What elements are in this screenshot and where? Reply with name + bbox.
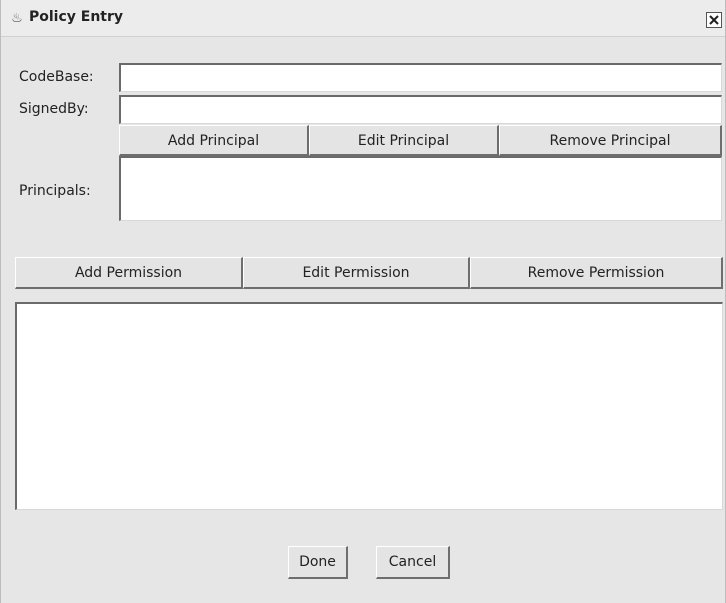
add-permission-button[interactable]: Add Permission — [15, 257, 243, 289]
cancel-button[interactable]: Cancel — [376, 546, 450, 579]
signedby-label: SignedBy: — [19, 101, 89, 117]
codebase-label: CodeBase: — [19, 69, 94, 85]
policy-entry-dialog: ♨ Policy Entry CodeBase: SignedBy: Add P… — [0, 0, 726, 603]
done-button[interactable]: Done — [288, 546, 348, 579]
signedby-input[interactable] — [119, 95, 722, 124]
principals-list[interactable] — [119, 156, 722, 221]
edit-principal-button[interactable]: Edit Principal — [309, 125, 499, 156]
add-principal-button[interactable]: Add Principal — [119, 125, 309, 156]
close-icon[interactable] — [706, 12, 722, 28]
permissions-list[interactable] — [15, 302, 723, 510]
remove-principal-button[interactable]: Remove Principal — [499, 125, 722, 156]
codebase-input[interactable] — [119, 63, 722, 92]
title-bar[interactable]: ♨ Policy Entry — [1, 0, 725, 37]
window-title: Policy Entry — [29, 9, 124, 25]
java-cup-icon: ♨ — [11, 11, 23, 26]
principals-label: Principals: — [19, 183, 91, 199]
remove-permission-button[interactable]: Remove Permission — [470, 257, 723, 289]
edit-permission-button[interactable]: Edit Permission — [243, 257, 470, 289]
